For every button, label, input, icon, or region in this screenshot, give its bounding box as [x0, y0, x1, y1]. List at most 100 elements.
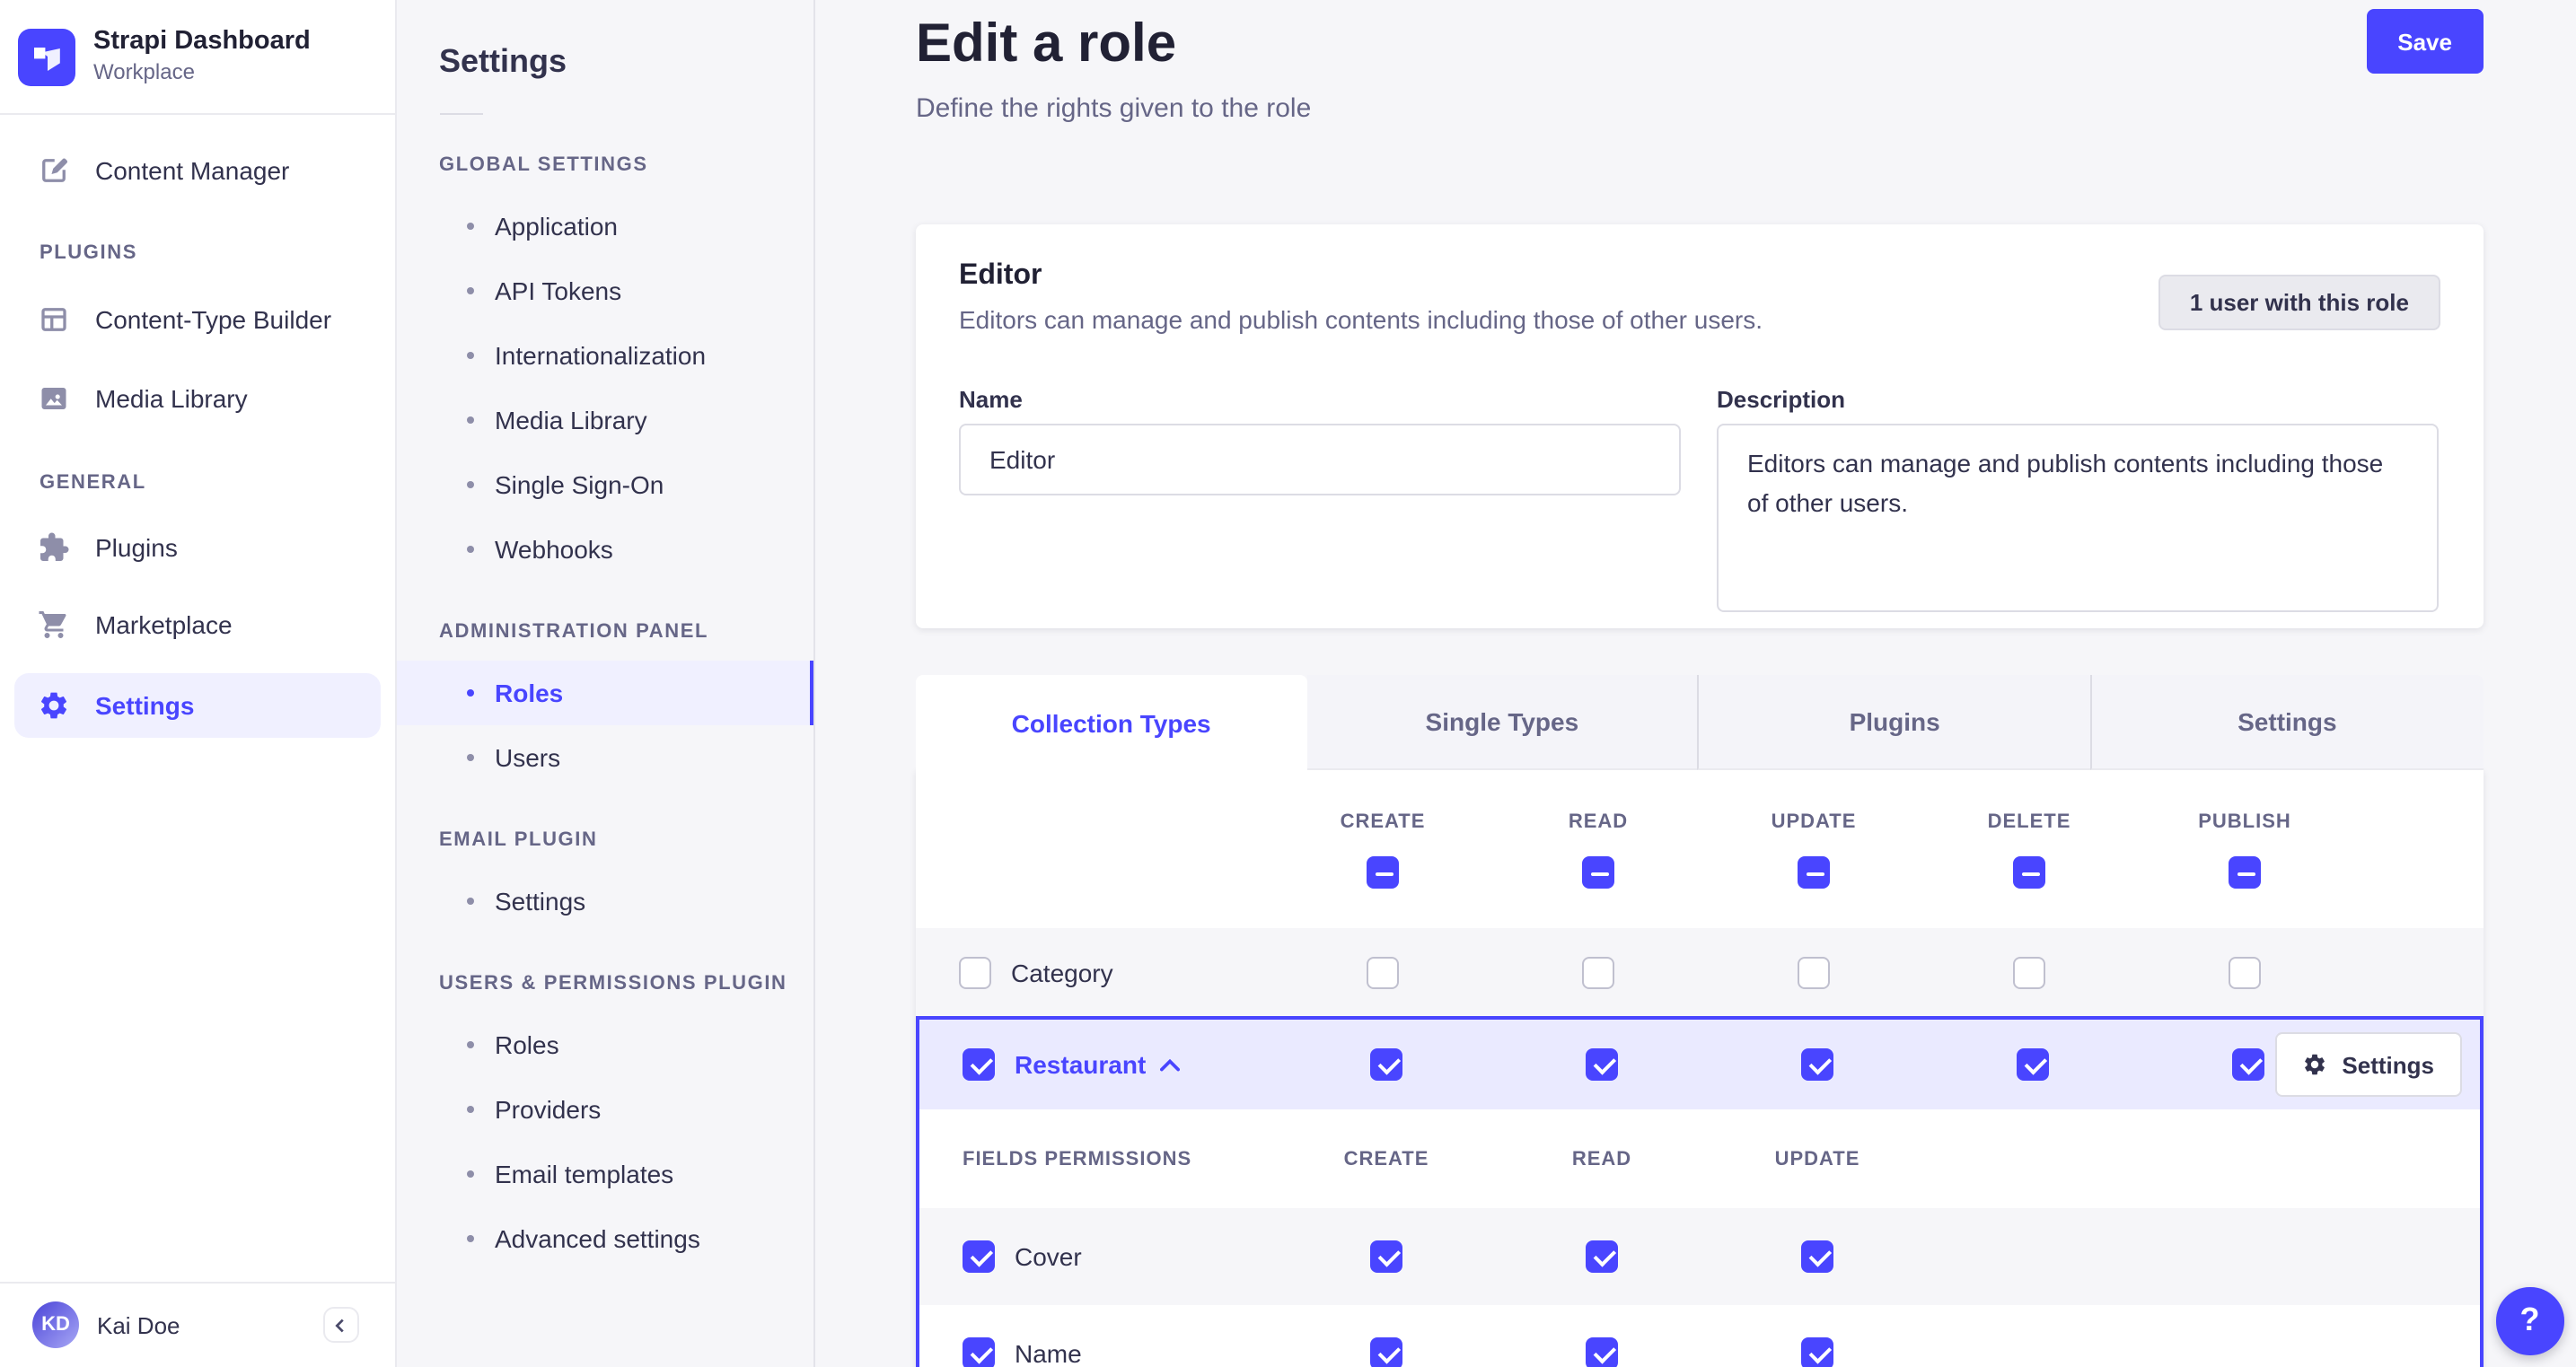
- workspace-brand[interactable]: Strapi Dashboard Workplace: [0, 0, 394, 115]
- restaurant-create-checkbox[interactable]: [1370, 1048, 1402, 1081]
- sidebar-item-label: Media Library: [95, 384, 248, 413]
- restaurant-row-checkbox[interactable]: [963, 1048, 995, 1081]
- sidebar-item-content-type-builder[interactable]: Content-Type Builder: [14, 287, 380, 352]
- strapi-admin-app: Strapi Dashboard Workplace Content Manag…: [0, 0, 2576, 1367]
- subnav-item-single-sign-on[interactable]: Single Sign-On: [396, 452, 813, 517]
- page-title: Edit a role: [916, 14, 1177, 74]
- column-header-publish: PUBLISH: [2198, 811, 2291, 833]
- workspace-subtitle: Workplace: [93, 58, 195, 84]
- description-input[interactable]: Editors can manage and publish contents …: [1717, 424, 2439, 612]
- tab-settings[interactable]: Settings: [2089, 675, 2483, 770]
- restaurant-expanded-section: Restaurant Settings FIELDS PERMISSIONS C…: [916, 1016, 2483, 1367]
- permissions-panel: CREATE READ UPDATE DELETE PUBLISH Catego…: [916, 770, 2483, 1367]
- subnav-item-up-roles[interactable]: Roles: [396, 1012, 813, 1077]
- tab-collection-types[interactable]: Collection Types: [916, 675, 1307, 770]
- category-publish-checkbox[interactable]: [2229, 956, 2261, 988]
- fields-permissions-header: FIELDS PERMISSIONS CREATE READ UPDATE: [919, 1109, 2479, 1208]
- subnav-item-api-tokens[interactable]: API Tokens: [396, 259, 813, 323]
- main-sidebar: Strapi Dashboard Workplace Content Manag…: [0, 0, 396, 1367]
- column-header-delete: DELETE: [1987, 811, 2071, 833]
- save-button[interactable]: Save: [2367, 9, 2483, 74]
- field-row-name: Name: [919, 1305, 2479, 1367]
- name-create-checkbox[interactable]: [1370, 1337, 1402, 1367]
- collapse-sidebar-button[interactable]: [322, 1307, 358, 1343]
- name-row-checkbox[interactable]: [963, 1337, 995, 1367]
- tab-plugins[interactable]: Plugins: [1697, 675, 2090, 770]
- permissions-header-row: CREATE READ UPDATE DELETE PUBLISH: [916, 770, 2483, 928]
- cover-create-checkbox[interactable]: [1370, 1240, 1402, 1273]
- permission-row-restaurant: Restaurant Settings: [919, 1020, 2479, 1109]
- subnav-item-up-providers[interactable]: Providers: [396, 1077, 813, 1142]
- subnav-item-application[interactable]: Application: [396, 194, 813, 259]
- content-type-builder-icon: [38, 303, 70, 336]
- restaurant-delete-checkbox[interactable]: [2017, 1048, 2049, 1081]
- sidebar-item-label: Plugins: [95, 533, 178, 562]
- role-details-card: Editor Editors can manage and publish co…: [916, 224, 2483, 628]
- subnav-section-users-permissions-plugin: USERS & PERMISSIONS PLUGIN: [439, 973, 787, 995]
- users-with-role-button[interactable]: 1 user with this role: [2158, 275, 2440, 330]
- fields-permissions-title: FIELDS PERMISSIONS: [963, 1148, 1192, 1170]
- chevron-up-icon[interactable]: [1160, 1058, 1181, 1071]
- subnav-item-admin-roles[interactable]: Roles: [396, 661, 813, 725]
- tab-single-types[interactable]: Single Types: [1306, 675, 1698, 770]
- cover-read-checkbox[interactable]: [1586, 1240, 1618, 1273]
- help-button[interactable]: ?: [2496, 1287, 2563, 1354]
- fields-column-read: READ: [1571, 1148, 1632, 1170]
- select-all-read-checkbox[interactable]: [1582, 856, 1614, 889]
- subnav-item-media-library[interactable]: Media Library: [396, 388, 813, 452]
- name-read-checkbox[interactable]: [1586, 1337, 1618, 1367]
- workspace-title: Strapi Dashboard: [93, 27, 311, 57]
- category-create-checkbox[interactable]: [1367, 956, 1399, 988]
- select-all-publish-checkbox[interactable]: [2229, 856, 2261, 889]
- column-header-create: CREATE: [1340, 811, 1426, 833]
- select-all-create-checkbox[interactable]: [1367, 856, 1399, 889]
- permissions-tabs: Collection Types Single Types Plugins Se…: [916, 675, 2483, 770]
- main-content: Edit a role Define the rights given to t…: [814, 0, 2576, 1367]
- permission-row-category: Category: [916, 928, 2483, 1016]
- subnav-divider: [439, 113, 482, 115]
- sidebar-item-settings[interactable]: Settings: [14, 673, 380, 738]
- subnav-item-up-email-templates[interactable]: Email templates: [396, 1142, 813, 1206]
- sidebar-item-marketplace[interactable]: Marketplace: [14, 592, 380, 657]
- gear-icon: [2305, 1054, 2325, 1075]
- subnav-item-up-advanced-settings[interactable]: Advanced settings: [396, 1206, 813, 1271]
- sidebar-item-content-manager[interactable]: Content Manager: [14, 138, 380, 203]
- restaurant-read-checkbox[interactable]: [1586, 1048, 1618, 1081]
- user-name: Kai Doe: [97, 1311, 180, 1338]
- name-update-checkbox[interactable]: [1801, 1337, 1833, 1367]
- category-read-checkbox[interactable]: [1582, 956, 1614, 988]
- cover-update-checkbox[interactable]: [1801, 1240, 1833, 1273]
- category-delete-checkbox[interactable]: [2013, 956, 2045, 988]
- sidebar-item-label: Content Manager: [95, 156, 290, 185]
- sidebar-item-label: Settings: [95, 691, 195, 720]
- name-label: Name: [959, 386, 1023, 413]
- avatar[interactable]: KD: [32, 1301, 79, 1348]
- content-manager-icon: [38, 154, 70, 187]
- settings-gear-icon: [38, 689, 70, 722]
- restaurant-settings-button[interactable]: Settings: [2275, 1032, 2461, 1097]
- sidebar-item-label: Marketplace: [95, 610, 233, 639]
- restaurant-update-checkbox[interactable]: [1801, 1048, 1833, 1081]
- category-row-label[interactable]: Category: [1011, 958, 1113, 986]
- cover-row-checkbox[interactable]: [963, 1240, 995, 1273]
- restaurant-row-label[interactable]: Restaurant: [1015, 1050, 1146, 1079]
- subnav-item-email-settings[interactable]: Settings: [396, 869, 813, 933]
- description-label: Description: [1717, 386, 1846, 413]
- subnav-section-email-plugin: EMAIL PLUGIN: [439, 829, 598, 851]
- select-all-update-checkbox[interactable]: [1798, 856, 1830, 889]
- settings-subnav: Settings GLOBAL SETTINGS Application API…: [396, 0, 814, 1367]
- sidebar-item-plugins[interactable]: Plugins: [14, 515, 380, 580]
- media-library-icon: [38, 382, 70, 415]
- name-input[interactable]: [959, 424, 1681, 495]
- sidebar-item-media-library[interactable]: Media Library: [14, 366, 380, 431]
- restaurant-publish-checkbox[interactable]: [2232, 1048, 2264, 1081]
- category-update-checkbox[interactable]: [1798, 956, 1830, 988]
- subnav-title: Settings: [439, 43, 567, 79]
- sidebar-nav: Content Manager PLUGINS Content-Type Bui…: [0, 115, 394, 1281]
- column-header-update: UPDATE: [1771, 811, 1857, 833]
- category-row-checkbox[interactable]: [959, 956, 991, 988]
- subnav-item-internationalization[interactable]: Internationalization: [396, 323, 813, 388]
- subnav-item-webhooks[interactable]: Webhooks: [396, 517, 813, 582]
- select-all-delete-checkbox[interactable]: [2013, 856, 2045, 889]
- subnav-item-admin-users[interactable]: Users: [396, 725, 813, 790]
